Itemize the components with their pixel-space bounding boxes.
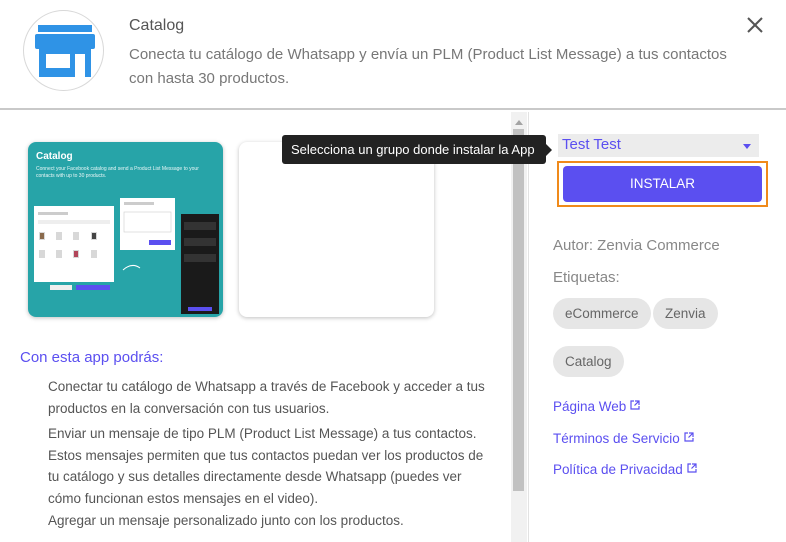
install-highlight: INSTALAR <box>557 161 768 207</box>
features-title: Con esta app podrás: <box>20 349 164 366</box>
external-link-icon <box>687 463 697 473</box>
scroll-up-arrow-icon[interactable] <box>515 120 523 125</box>
install-tooltip: Selecciona un grupo donde instalar la Ap… <box>282 135 552 164</box>
tag-zenvia[interactable]: Zenvia <box>653 298 718 329</box>
storefront-icon <box>35 25 95 77</box>
terms-link[interactable]: Términos de Servicio <box>553 431 694 446</box>
privacy-link-label: Política de Privacidad <box>553 462 683 477</box>
feature-item: Agregar un mensaje personalizado junto c… <box>48 513 404 528</box>
close-icon <box>747 17 763 33</box>
group-select-value: Test Test <box>562 136 621 153</box>
tag-ecommerce[interactable]: eCommerce <box>553 298 651 329</box>
app-logo <box>23 10 104 91</box>
author-label: Autor: Zenvia Commerce <box>553 237 720 254</box>
preview-card-video[interactable] <box>239 142 434 317</box>
caret-down-icon <box>743 144 751 149</box>
app-description: Conecta tu catálogo de Whatsapp y envía … <box>129 46 727 87</box>
website-link[interactable]: Página Web <box>553 399 640 414</box>
content-scrollbar[interactable] <box>511 112 527 542</box>
group-select[interactable]: Test Test <box>558 134 759 157</box>
tags-label: Etiquetas: <box>553 269 620 286</box>
preview-card-image[interactable]: Catalog Connect your Facebook catalog an… <box>28 142 223 317</box>
external-link-icon <box>684 432 694 442</box>
app-header: Catalog Conecta tu catálogo de Whatsapp … <box>0 0 786 110</box>
app-title: Catalog <box>129 17 185 34</box>
feature-item: Conectar tu catálogo de Whatsapp a travé… <box>48 379 485 416</box>
install-button[interactable]: INSTALAR <box>563 166 762 202</box>
external-link-icon <box>630 400 640 410</box>
scroll-thumb[interactable] <box>513 129 524 491</box>
catalog-screenshot: Catalog Connect your Facebook catalog an… <box>28 142 223 317</box>
feature-item: Enviar un mensaje de tipo PLM (Product L… <box>48 426 484 506</box>
tag-catalog[interactable]: Catalog <box>553 346 624 377</box>
content-pane: Catalog Connect your Facebook catalog an… <box>0 112 528 542</box>
privacy-link[interactable]: Política de Privacidad <box>553 462 697 477</box>
close-button[interactable] <box>744 14 766 36</box>
website-link-label: Página Web <box>553 399 627 414</box>
screenshot-mockup <box>34 198 219 314</box>
pane-divider <box>528 112 529 542</box>
terms-link-label: Términos de Servicio <box>553 431 680 446</box>
